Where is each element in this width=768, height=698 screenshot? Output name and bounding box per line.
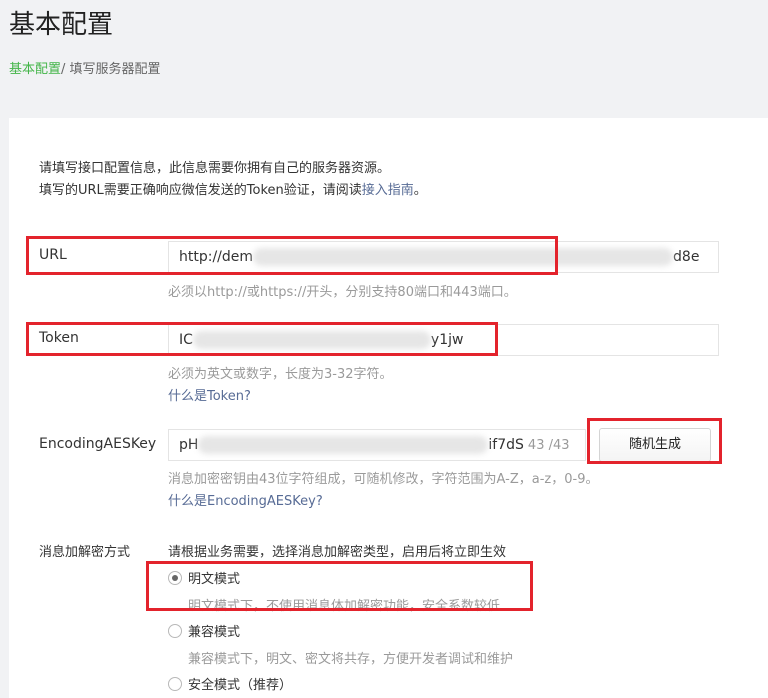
url-value-start: http://dem [179,249,254,265]
aeskey-hint: 消息加密密钥由43位字符组成，可随机修改，字符范围为A-Z，a-z，0-9。 [168,472,599,487]
aeskey-value-start: pH [179,437,199,453]
access-guide-link[interactable]: 接入指南 [362,183,414,198]
page-title: 基本配置 [9,10,114,40]
url-value-end: d8e [673,249,700,265]
token-hint: 必须为英文或数字，长度为3-32字符。 [168,367,393,382]
radio-plaintext-mode[interactable]: 明文模式 [168,568,240,587]
breadcrumb: 基本配置/ 填写服务器配置 [9,58,161,77]
token-input[interactable]: IC y1jw [168,324,719,356]
aeskey-label: EncodingAESKey [39,436,157,452]
what-is-token-link[interactable]: 什么是Token? [168,385,251,404]
intro-line-2: 填写的URL需要正确响应微信发送的Token验证，请阅读接入指南。 [39,180,427,202]
radio-checked-icon[interactable] [168,571,182,585]
token-label: Token [39,330,79,346]
url-label: URL [39,247,67,263]
encryption-mode-label: 消息加解密方式 [39,545,131,560]
url-redacted [253,248,674,266]
what-is-aeskey-link[interactable]: 什么是EncodingAESKey? [168,490,323,509]
token-value-end: y1jw [430,332,464,348]
plaintext-mode-desc: 明文模式下，不使用消息体加解密功能，安全系数较低 [188,599,501,614]
breadcrumb-separator: / [61,62,70,77]
random-generate-button[interactable]: 随机生成 [599,428,711,462]
encryption-mode-hint: 请根据业务需要，选择消息加解密类型，启用后将立即生效 [168,545,507,560]
radio-label: 安全模式（推荐） [188,678,293,693]
compatible-mode-desc: 兼容模式下，明文、密文将共存，方便开发者调试和维护 [188,652,514,667]
radio-unchecked-icon[interactable] [168,677,182,691]
intro-line-2-end: 。 [413,183,427,198]
breadcrumb-link-basic-config[interactable]: 基本配置 [9,62,61,77]
aeskey-redacted [198,436,489,454]
aeskey-value-end: if7dS [488,437,524,453]
token-value-start: IC [179,332,193,348]
breadcrumb-current: 填写服务器配置 [69,62,161,77]
url-hint: 必须以http://或https://开头，分别支持80端口和443端口。 [168,285,517,300]
url-input[interactable]: http://dem d8e [168,241,719,273]
radio-compatible-mode[interactable]: 兼容模式 [168,621,240,640]
aeskey-input[interactable]: pH if7dS 43 /43 [168,429,586,461]
radio-label: 兼容模式 [188,625,241,640]
aeskey-char-counter: 43 /43 [527,438,570,453]
radio-label: 明文模式 [188,572,241,587]
intro-line-2-text: 填写的URL需要正确响应微信发送的Token验证，请阅读 [39,183,362,198]
intro-text: 请填写接口配置信息，此信息需要你拥有自己的服务器资源。 填写的URL需要正确响应… [39,158,427,202]
radio-unchecked-icon[interactable] [168,624,182,638]
token-redacted [192,331,431,349]
intro-line-1: 请填写接口配置信息，此信息需要你拥有自己的服务器资源。 [39,161,391,176]
